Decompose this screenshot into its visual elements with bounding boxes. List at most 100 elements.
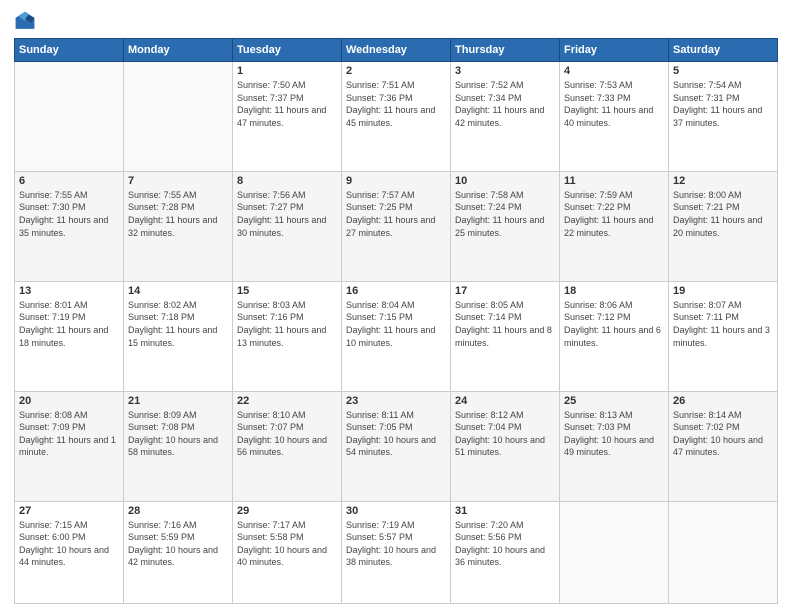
day-number: 1 [237, 65, 337, 77]
logo-icon [14, 10, 36, 32]
calendar-cell: 31 Sunrise: 7:20 AM Sunset: 5:56 PM Dayli… [451, 501, 560, 603]
calendar-row-1: 1Sunrise: 7:50 AM Sunset: 7:37 PM Daylig… [15, 62, 778, 172]
day-info: Sunrise: 7:15 AM Sunset: 6:00 PM Dayligh… [19, 519, 119, 569]
day-info: Sunrise: 7:53 AM Sunset: 7:33 PM Dayligh… [564, 79, 664, 129]
day-info: Sunrise: 7:19 AM Sunset: 5:57 PM Dayligh… [346, 519, 446, 569]
day-info: Sunrise: 8:03 AM Sunset: 7:16 PM Dayligh… [237, 299, 337, 349]
calendar-row-4: 20 Sunrise: 8:08 AM Sunset: 7:09 PM Dayli… [15, 391, 778, 501]
day-info: Sunrise: 7:59 AM Sunset: 7:22 PM Dayligh… [564, 189, 664, 239]
calendar-cell [15, 62, 124, 172]
calendar-cell: 15 Sunrise: 8:03 AM Sunset: 7:16 PM Dayli… [233, 281, 342, 391]
weekday-header-saturday: Saturday [669, 39, 778, 62]
weekday-header-sunday: Sunday [15, 39, 124, 62]
day-number: 7 [128, 175, 228, 187]
day-number: 13 [19, 285, 119, 297]
day-number: 10 [455, 175, 555, 187]
day-number: 30 [346, 505, 446, 517]
calendar-cell: 21 Sunrise: 8:09 AM Sunset: 7:08 PM Dayli… [124, 391, 233, 501]
day-info: Sunrise: 7:20 AM Sunset: 5:56 PM Dayligh… [455, 519, 555, 569]
day-number: 22 [237, 395, 337, 407]
day-info: Sunrise: 8:05 AM Sunset: 7:14 PM Dayligh… [455, 299, 555, 349]
day-info: Sunrise: 8:12 AM Sunset: 7:04 PM Dayligh… [455, 409, 555, 459]
calendar-cell: 7 Sunrise: 7:55 AM Sunset: 7:28 PM Daylig… [124, 171, 233, 281]
day-info: Sunrise: 8:11 AM Sunset: 7:05 PM Dayligh… [346, 409, 446, 459]
calendar-row-5: 27 Sunrise: 7:15 AM Sunset: 6:00 PM Dayli… [15, 501, 778, 603]
calendar-cell: 22 Sunrise: 8:10 AM Sunset: 7:07 PM Dayli… [233, 391, 342, 501]
day-number: 14 [128, 285, 228, 297]
calendar-row-2: 6 Sunrise: 7:55 AM Sunset: 7:30 PM Daylig… [15, 171, 778, 281]
calendar-cell: 20 Sunrise: 8:08 AM Sunset: 7:09 PM Dayli… [15, 391, 124, 501]
weekday-header-row: SundayMondayTuesdayWednesdayThursdayFrid… [15, 39, 778, 62]
day-info: Sunrise: 7:55 AM Sunset: 7:30 PM Dayligh… [19, 189, 119, 239]
calendar-cell: 30 Sunrise: 7:19 AM Sunset: 5:57 PM Dayli… [342, 501, 451, 603]
day-number: 4 [564, 65, 664, 77]
calendar-cell: 10Sunrise: 7:58 AM Sunset: 7:24 PM Dayli… [451, 171, 560, 281]
day-info: Sunrise: 8:01 AM Sunset: 7:19 PM Dayligh… [19, 299, 119, 349]
calendar-cell: 27 Sunrise: 7:15 AM Sunset: 6:00 PM Dayli… [15, 501, 124, 603]
calendar-cell: 2 Sunrise: 7:51 AM Sunset: 7:36 PM Daylig… [342, 62, 451, 172]
calendar-cell: 4 Sunrise: 7:53 AM Sunset: 7:33 PM Daylig… [560, 62, 669, 172]
day-number: 6 [19, 175, 119, 187]
day-number: 21 [128, 395, 228, 407]
calendar-cell: 5Sunrise: 7:54 AM Sunset: 7:31 PM Daylig… [669, 62, 778, 172]
day-number: 5 [673, 65, 773, 77]
day-info: Sunrise: 8:07 AM Sunset: 7:11 PM Dayligh… [673, 299, 773, 349]
calendar-cell: 3Sunrise: 7:52 AM Sunset: 7:34 PM Daylig… [451, 62, 560, 172]
day-number: 11 [564, 175, 664, 187]
calendar-cell [669, 501, 778, 603]
day-info: Sunrise: 8:13 AM Sunset: 7:03 PM Dayligh… [564, 409, 664, 459]
day-number: 12 [673, 175, 773, 187]
calendar-cell: 29Sunrise: 7:17 AM Sunset: 5:58 PM Dayli… [233, 501, 342, 603]
calendar-cell: 17Sunrise: 8:05 AM Sunset: 7:14 PM Dayli… [451, 281, 560, 391]
calendar-cell: 13 Sunrise: 8:01 AM Sunset: 7:19 PM Dayli… [15, 281, 124, 391]
calendar-cell: 23 Sunrise: 8:11 AM Sunset: 7:05 PM Dayli… [342, 391, 451, 501]
day-number: 27 [19, 505, 119, 517]
day-info: Sunrise: 7:57 AM Sunset: 7:25 PM Dayligh… [346, 189, 446, 239]
header [14, 10, 778, 32]
day-number: 15 [237, 285, 337, 297]
calendar-cell: 16Sunrise: 8:04 AM Sunset: 7:15 PM Dayli… [342, 281, 451, 391]
day-number: 20 [19, 395, 119, 407]
calendar-cell: 11 Sunrise: 7:59 AM Sunset: 7:22 PM Dayli… [560, 171, 669, 281]
calendar-cell: 12 Sunrise: 8:00 AM Sunset: 7:21 PM Dayli… [669, 171, 778, 281]
day-number: 26 [673, 395, 773, 407]
calendar-cell: 9 Sunrise: 7:57 AM Sunset: 7:25 PM Daylig… [342, 171, 451, 281]
weekday-header-tuesday: Tuesday [233, 39, 342, 62]
weekday-header-thursday: Thursday [451, 39, 560, 62]
day-number: 2 [346, 65, 446, 77]
calendar-cell: 18Sunrise: 8:06 AM Sunset: 7:12 PM Dayli… [560, 281, 669, 391]
day-info: Sunrise: 8:09 AM Sunset: 7:08 PM Dayligh… [128, 409, 228, 459]
day-info: Sunrise: 7:56 AM Sunset: 7:27 PM Dayligh… [237, 189, 337, 239]
day-number: 28 [128, 505, 228, 517]
logo [14, 10, 38, 32]
weekday-header-wednesday: Wednesday [342, 39, 451, 62]
day-info: Sunrise: 8:00 AM Sunset: 7:21 PM Dayligh… [673, 189, 773, 239]
calendar-cell: 26 Sunrise: 8:14 AM Sunset: 7:02 PM Dayli… [669, 391, 778, 501]
day-number: 8 [237, 175, 337, 187]
day-number: 24 [455, 395, 555, 407]
calendar-cell: 28 Sunrise: 7:16 AM Sunset: 5:59 PM Dayli… [124, 501, 233, 603]
day-number: 16 [346, 285, 446, 297]
day-number: 31 [455, 505, 555, 517]
day-number: 25 [564, 395, 664, 407]
day-info: Sunrise: 7:16 AM Sunset: 5:59 PM Dayligh… [128, 519, 228, 569]
day-info: Sunrise: 7:55 AM Sunset: 7:28 PM Dayligh… [128, 189, 228, 239]
day-info: Sunrise: 8:14 AM Sunset: 7:02 PM Dayligh… [673, 409, 773, 459]
calendar-cell: 14 Sunrise: 8:02 AM Sunset: 7:18 PM Dayli… [124, 281, 233, 391]
calendar-cell: 25 Sunrise: 8:13 AM Sunset: 7:03 PM Dayli… [560, 391, 669, 501]
day-number: 18 [564, 285, 664, 297]
day-number: 9 [346, 175, 446, 187]
day-number: 29 [237, 505, 337, 517]
calendar-cell [560, 501, 669, 603]
day-info: Sunrise: 8:08 AM Sunset: 7:09 PM Dayligh… [19, 409, 119, 459]
weekday-header-friday: Friday [560, 39, 669, 62]
day-number: 23 [346, 395, 446, 407]
calendar-cell: 24 Sunrise: 8:12 AM Sunset: 7:04 PM Dayli… [451, 391, 560, 501]
day-info: Sunrise: 8:02 AM Sunset: 7:18 PM Dayligh… [128, 299, 228, 349]
day-info: Sunrise: 8:10 AM Sunset: 7:07 PM Dayligh… [237, 409, 337, 459]
calendar-cell: 1Sunrise: 7:50 AM Sunset: 7:37 PM Daylig… [233, 62, 342, 172]
calendar-cell: 8 Sunrise: 7:56 AM Sunset: 7:27 PM Daylig… [233, 171, 342, 281]
calendar-cell: 19Sunrise: 8:07 AM Sunset: 7:11 PM Dayli… [669, 281, 778, 391]
calendar-row-3: 13 Sunrise: 8:01 AM Sunset: 7:19 PM Dayli… [15, 281, 778, 391]
day-info: Sunrise: 7:51 AM Sunset: 7:36 PM Dayligh… [346, 79, 446, 129]
